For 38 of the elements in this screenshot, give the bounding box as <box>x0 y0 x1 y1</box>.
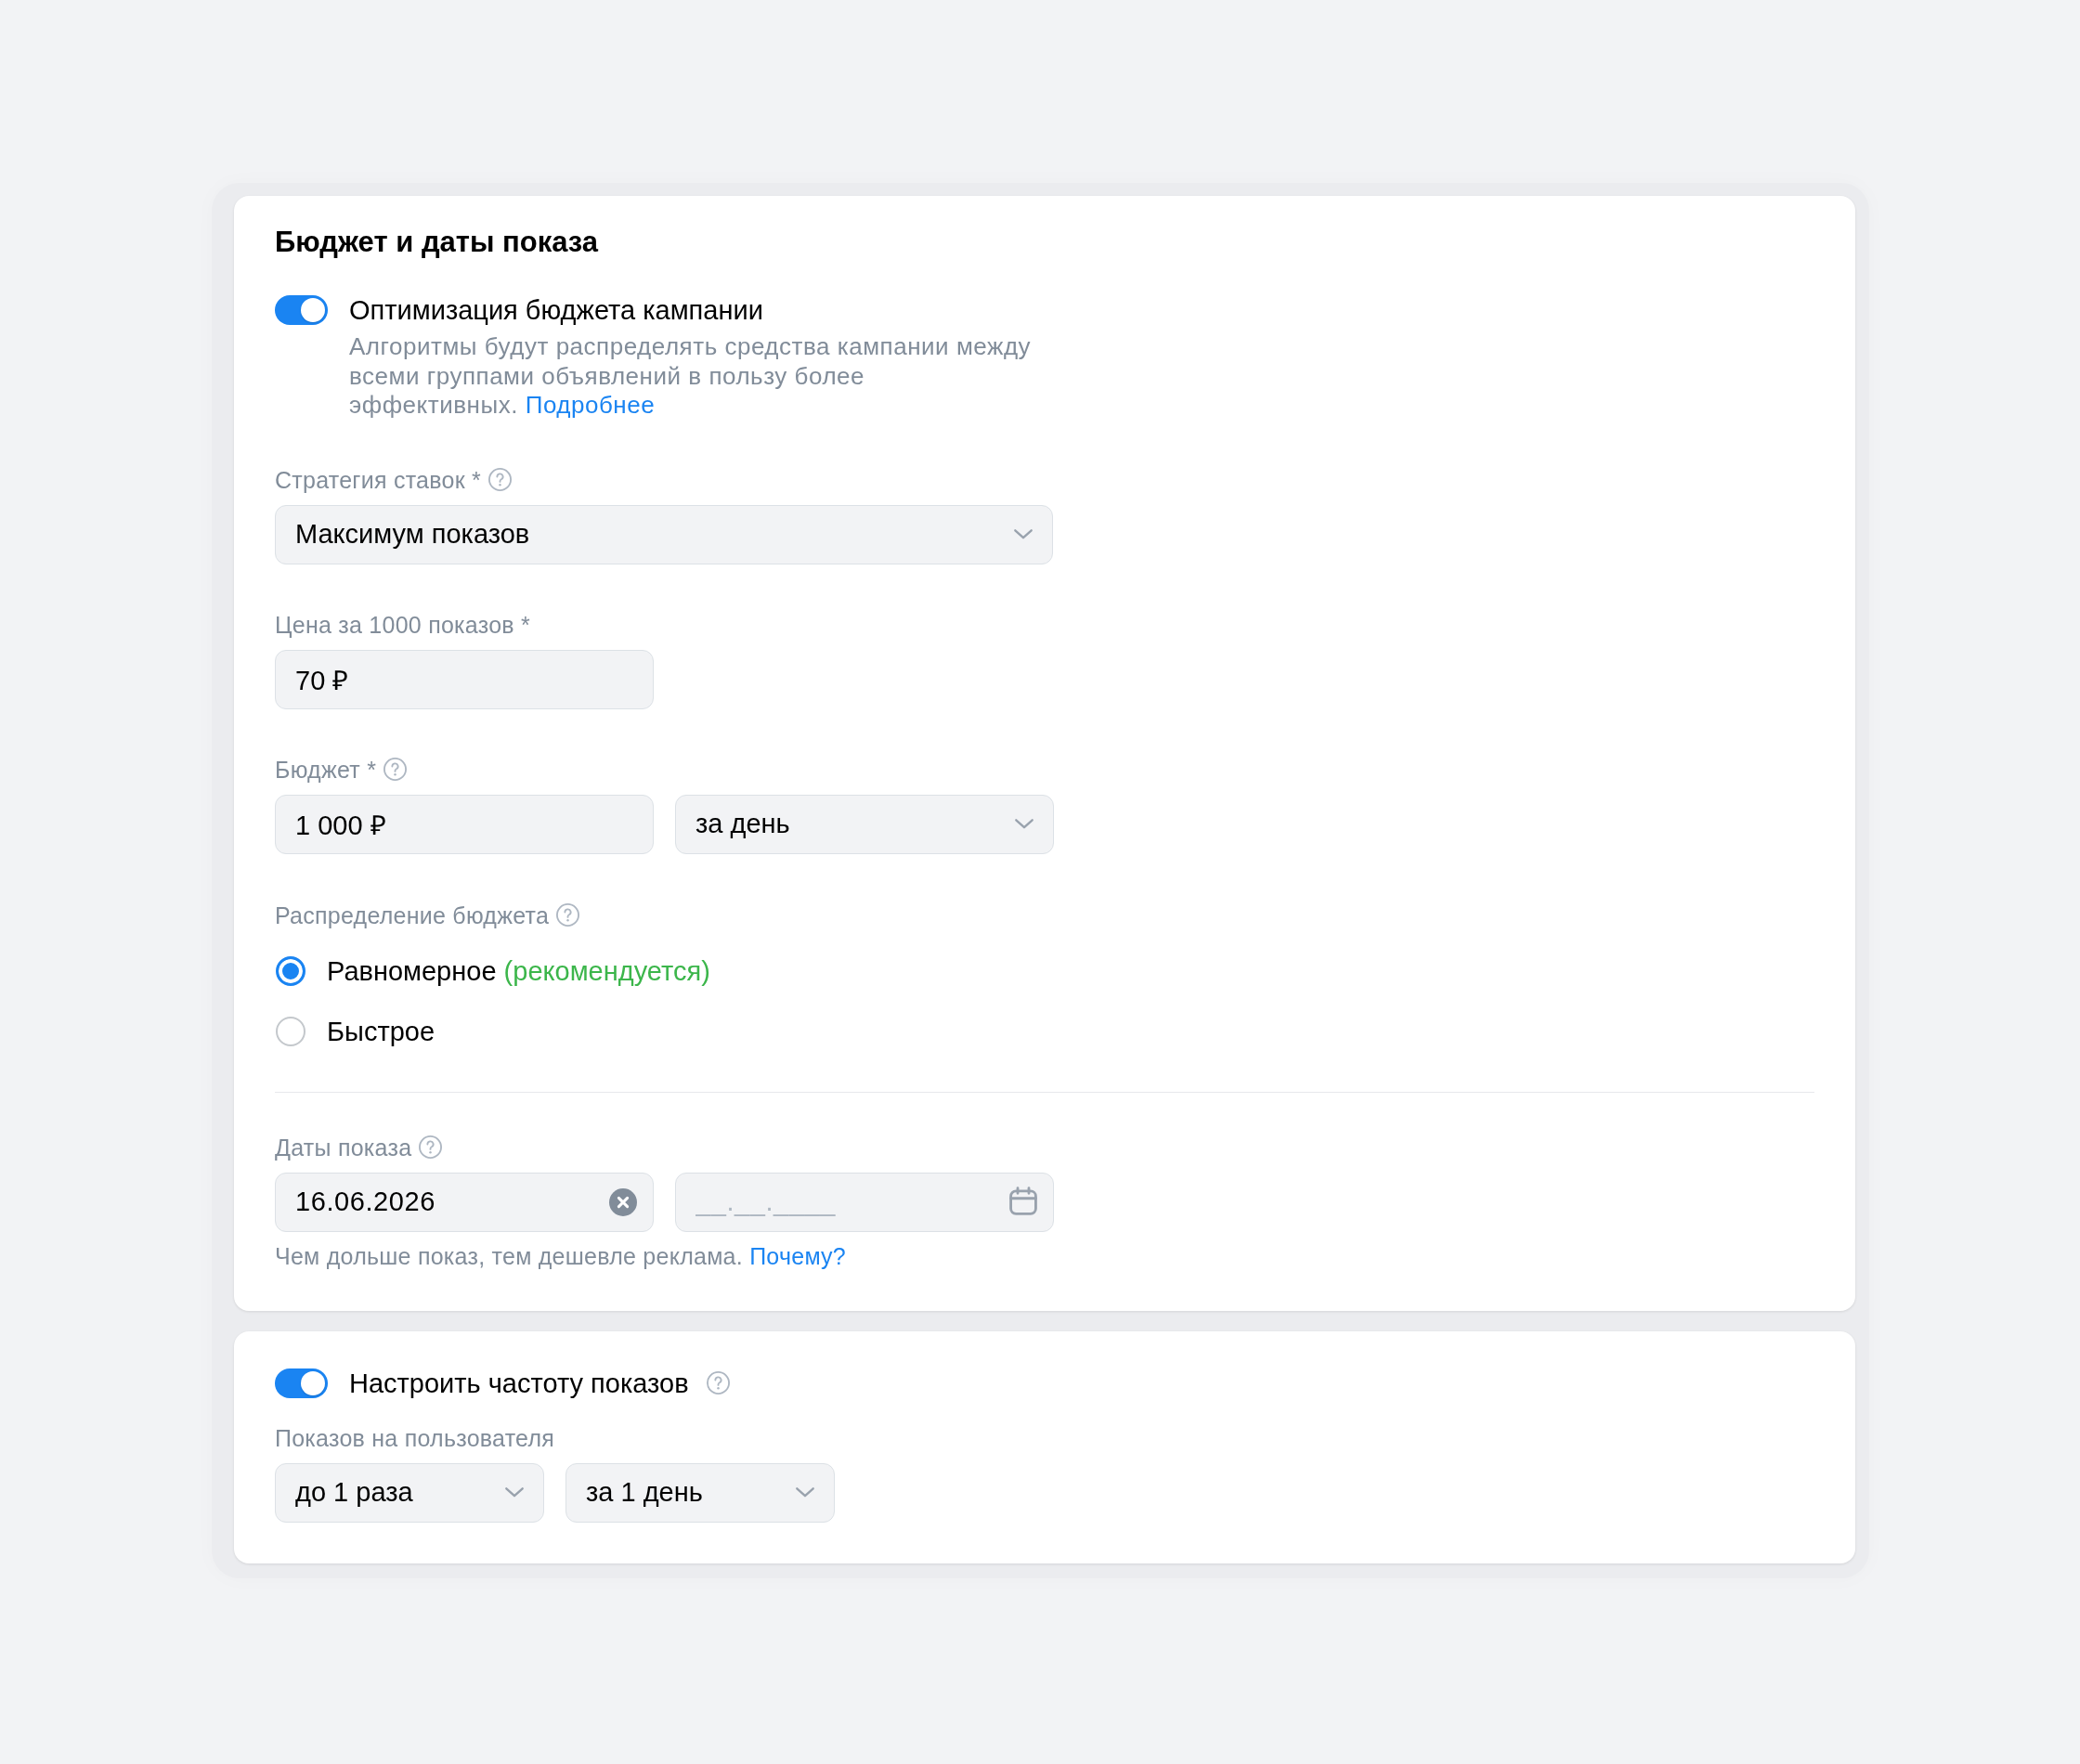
option-label[interactable]: Быстрое <box>327 1015 436 1047</box>
hint-text: Чем дольше показ, тем дешевле реклама. Почему? <box>275 1241 846 1270</box>
option-label[interactable]: Равномерное (рекомендуется) <box>327 954 710 987</box>
help-icon[interactable] <box>384 758 408 781</box>
section-title: Бюджет и даты показа <box>275 226 599 259</box>
toggle-switch[interactable] <box>275 1368 328 1398</box>
field-label: Показов на пользователя <box>275 1423 554 1452</box>
period-select[interactable]: за день <box>675 794 1054 854</box>
field-label: Цена за 1000 показов * <box>275 610 531 639</box>
more-link[interactable]: Подробнее <box>525 391 656 419</box>
strategy-select[interactable]: Максимум показов <box>275 504 1053 564</box>
help-icon[interactable] <box>419 1135 443 1159</box>
field-label: Даты показа <box>275 1133 412 1161</box>
field-label: Бюджет * <box>275 755 377 784</box>
start-date-field[interactable]: 16.06.2026 <box>275 1172 654 1232</box>
radio-button[interactable] <box>276 1016 306 1046</box>
radio-button[interactable] <box>276 955 306 986</box>
end-date-field[interactable]: __.__.____ <box>675 1172 1054 1232</box>
chevron-down-icon <box>504 1486 525 1498</box>
toggle-label: Настроить частоту показов <box>349 1367 689 1399</box>
help-icon[interactable] <box>556 903 580 927</box>
description-text: Алгоритмы будут распределять средства кампании между всеми группами объявлений в пользу более эффективных. Подробнее <box>349 332 1033 421</box>
help-icon[interactable] <box>488 468 512 491</box>
budget-field[interactable]: 1 000 ₽ <box>275 794 654 854</box>
field-label: Стратегия ставок * <box>275 465 481 494</box>
price-field[interactable]: 70 ₽ <box>275 649 654 709</box>
toggle-switch[interactable] <box>275 295 328 325</box>
chevron-down-icon <box>795 1486 815 1498</box>
toggle-label: Оптимизация бюджета кампании <box>349 294 763 326</box>
chevron-down-icon <box>1013 528 1034 540</box>
why-link[interactable]: Почему? <box>749 1242 846 1269</box>
clear-icon[interactable] <box>609 1187 637 1216</box>
help-icon[interactable] <box>706 1371 730 1394</box>
field-label: Распределение бюджета <box>275 901 550 929</box>
calendar-icon[interactable] <box>1009 1186 1037 1215</box>
frequency-select[interactable]: до 1 раза <box>275 1462 544 1523</box>
chevron-down-icon <box>1014 818 1034 830</box>
frequency-select[interactable]: за 1 день <box>566 1462 835 1523</box>
